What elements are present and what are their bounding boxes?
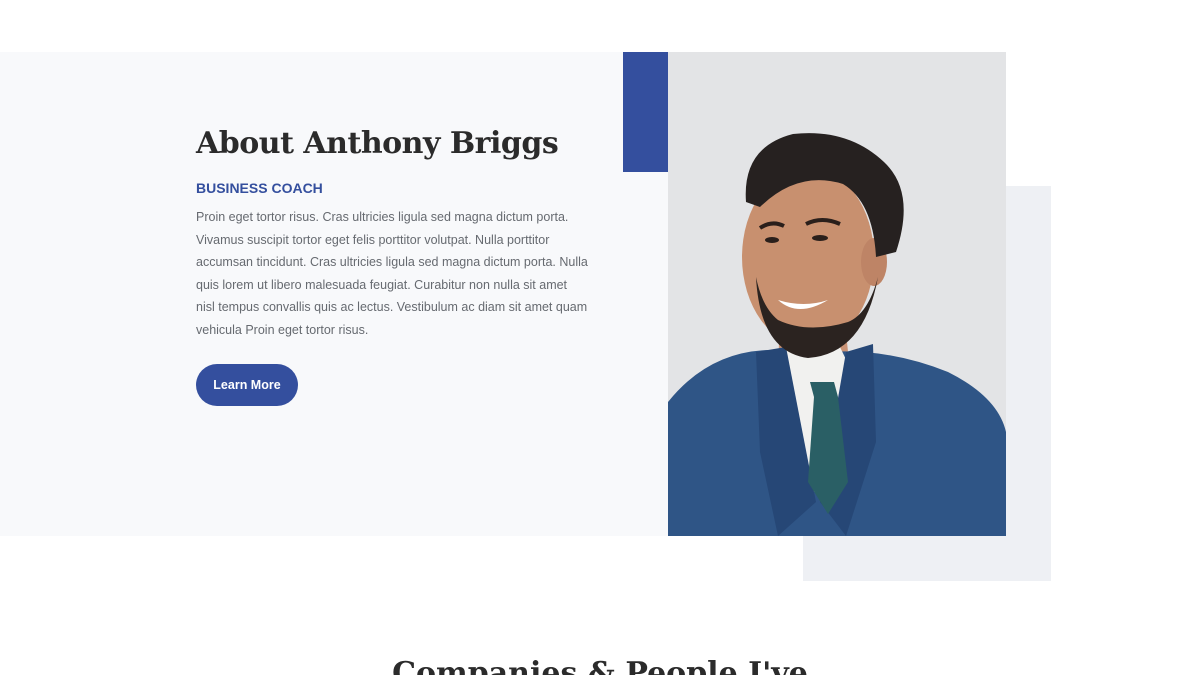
about-heading: About Anthony Briggs [196, 126, 559, 161]
job-title: BUSINESS COACH [196, 180, 323, 196]
portrait-photo [668, 52, 1006, 536]
companies-section-heading: Companies & People I've [392, 656, 808, 675]
bio-paragraph: Proin eget tortor risus. Cras ultricies … [196, 210, 588, 337]
decorative-accent-block [623, 52, 669, 172]
learn-more-button[interactable]: Learn More [196, 364, 298, 406]
